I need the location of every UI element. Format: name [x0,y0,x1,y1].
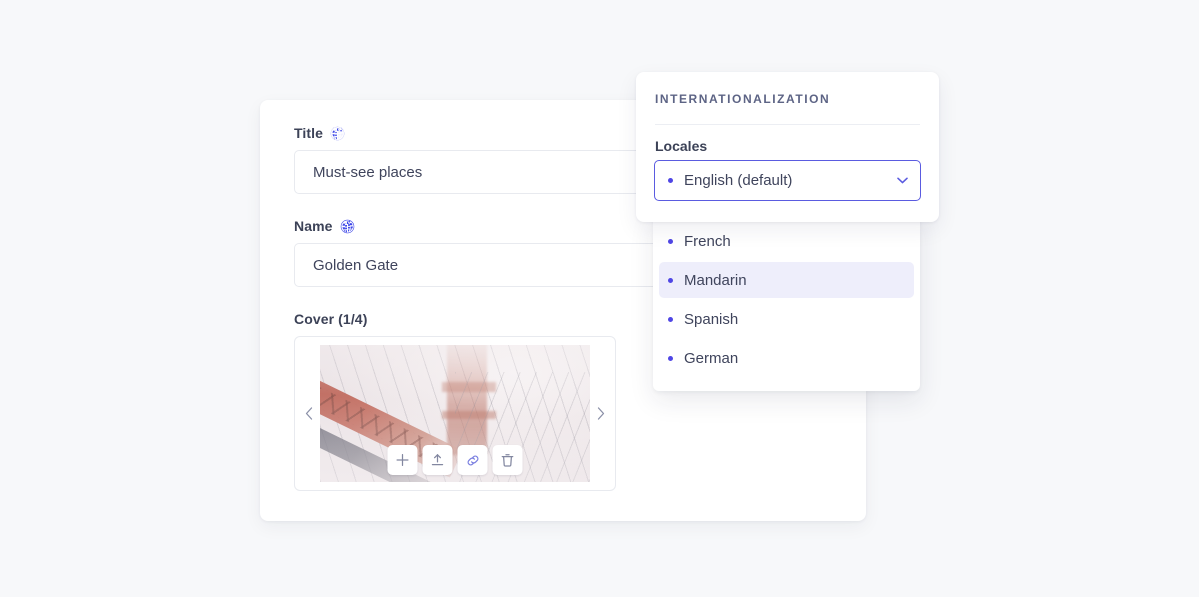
internationalization-panel: INTERNATIONALIZATION Locales English (de… [636,72,939,222]
locale-option-german[interactable]: German [659,340,914,376]
plus-icon [396,453,410,467]
upload-icon [431,453,445,467]
globe-icon [330,126,345,141]
chevron-down-icon [897,177,908,184]
carousel-next-button[interactable] [589,337,613,490]
panel-title: INTERNATIONALIZATION [655,92,831,106]
bullet-icon [668,316,673,322]
locale-select[interactable]: English (default) [654,160,921,201]
locale-option-label: Spanish [684,310,739,328]
locale-option-french[interactable]: French [659,223,914,259]
panel-divider [655,124,920,125]
bullet-icon [668,355,673,361]
chevron-right-icon [597,407,605,420]
cover-image[interactable] [320,345,590,482]
locale-option-mandarin[interactable]: Mandarin [659,262,914,298]
image-action-toolbar [387,445,523,475]
cover-carousel [294,336,616,491]
locale-option-label: French [684,232,731,250]
globe-icon [340,219,355,234]
locale-options-menu: French Mandarin Spanish German [653,211,920,391]
locale-option-spanish[interactable]: Spanish [659,301,914,337]
link-icon [465,453,480,468]
locale-option-label: Mandarin [684,271,747,289]
delete-image-button[interactable] [492,445,523,475]
locale-select-value: English (default) [684,172,793,189]
trash-icon [501,453,515,468]
add-image-button[interactable] [387,445,418,475]
bullet-icon [668,178,673,183]
cover-field-label: Cover (1/4) [294,311,616,327]
locale-option-label: German [684,349,739,367]
cover-label-text: Cover (1/4) [294,311,368,327]
link-image-button[interactable] [457,445,488,475]
upload-image-button[interactable] [422,445,453,475]
name-label-text: Name [294,218,333,234]
bullet-icon [668,277,673,283]
locales-label: Locales [655,138,708,154]
carousel-prev-button[interactable] [297,337,321,490]
title-label-text: Title [294,125,324,141]
bullet-icon [668,238,673,244]
chevron-left-icon [305,407,313,420]
cover-field-group: Cover (1/4) [294,311,616,491]
